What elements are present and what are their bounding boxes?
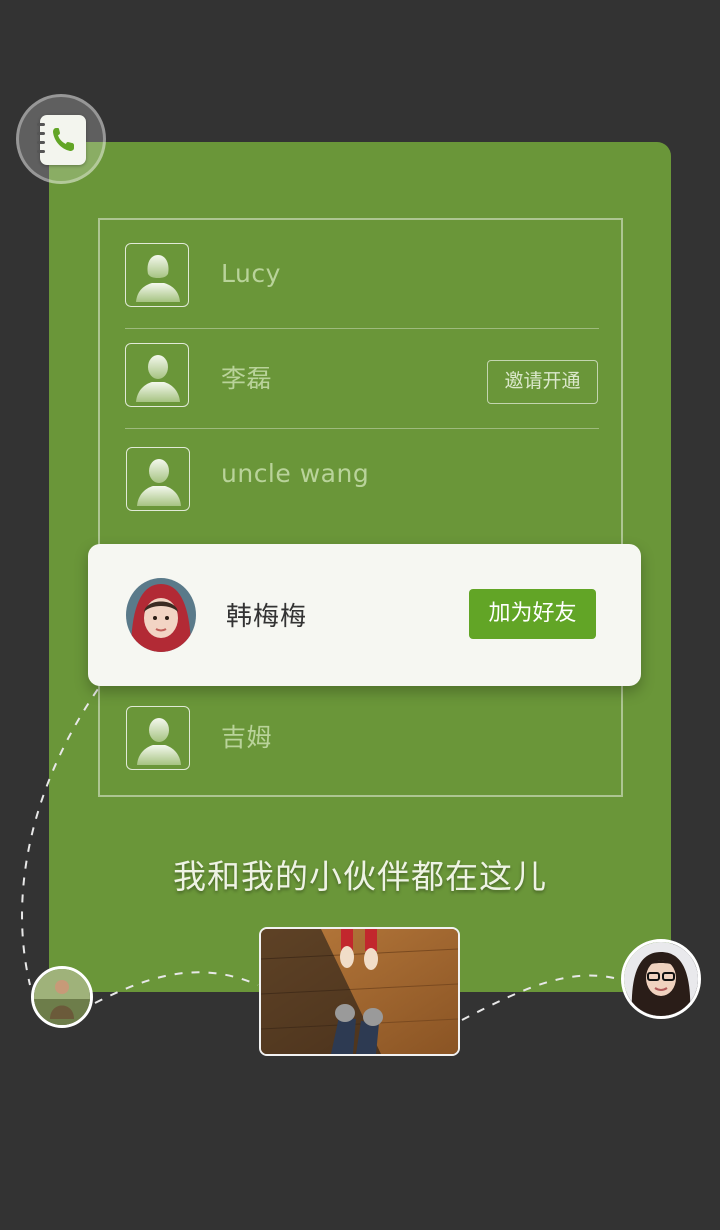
feet-photo (259, 927, 460, 1056)
contact-photo-hanmeimei (126, 578, 196, 652)
popup-contact-name: 韩梅梅 (226, 602, 308, 632)
phone-book-icon (16, 94, 106, 184)
friend-suggestion-card: 韩梅梅 加为好友 (88, 544, 641, 686)
add-friend-button[interactable]: 加为好友 (469, 589, 596, 639)
